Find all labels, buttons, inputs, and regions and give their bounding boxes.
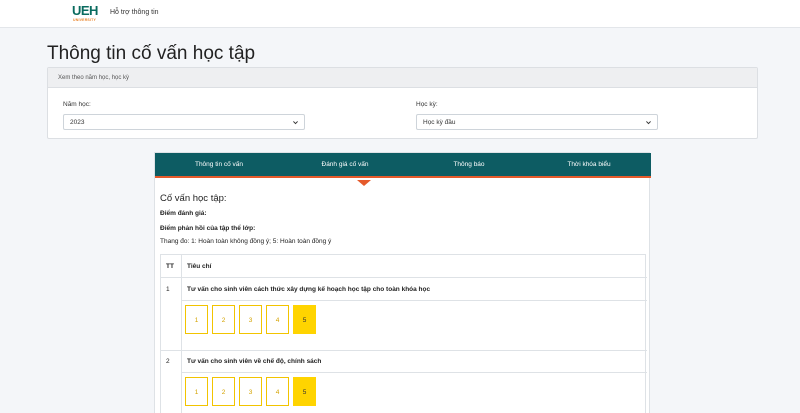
rating-option-3[interactable]: 3 bbox=[239, 377, 262, 406]
row-divider bbox=[181, 372, 647, 373]
row-divider bbox=[161, 350, 647, 351]
rating-option-1[interactable]: 1 bbox=[185, 305, 208, 334]
tab-adviser-info[interactable]: Thông tin cố vấn bbox=[169, 161, 269, 168]
year-label: Năm học: bbox=[63, 101, 91, 108]
tab-timetable[interactable]: Thời khóa biểu bbox=[539, 161, 639, 168]
column-divider bbox=[181, 255, 182, 413]
year-select-value: 2023 bbox=[70, 119, 85, 126]
row-2-number: 2 bbox=[166, 358, 170, 365]
term-select[interactable]: Học kỳ đầu bbox=[416, 114, 658, 130]
filter-header: Xem theo năm học, học kỳ bbox=[48, 68, 757, 88]
logo-text: UEH bbox=[72, 3, 98, 18]
tab-bar: Thông tin cố vấn Đánh giá cố vấn Thông b… bbox=[155, 153, 651, 178]
rating-option-4[interactable]: 4 bbox=[266, 305, 289, 334]
row-divider bbox=[161, 277, 647, 278]
rating-option-2[interactable]: 2 bbox=[212, 377, 235, 406]
rating-option-1[interactable]: 1 bbox=[185, 377, 208, 406]
rating-option-5-selected[interactable]: 5 bbox=[293, 305, 316, 334]
criteria-table: TT Tiêu chí 1 Tư vấn cho sinh viên cách … bbox=[160, 254, 647, 413]
table-header-tt: TT bbox=[166, 263, 174, 270]
chevron-down-icon bbox=[646, 121, 651, 125]
term-label: Học kỳ: bbox=[416, 101, 438, 108]
row-2-criteria: Tư vấn cho sinh viên về chế độ, chính sá… bbox=[187, 358, 322, 365]
adviser-card: Thông tin cố vấn Đánh giá cố vấn Thông b… bbox=[154, 152, 651, 413]
ueh-logo[interactable]: UEH UNIVERSITY bbox=[72, 4, 100, 24]
filter-panel: Xem theo năm học, học kỳ Năm học: 2023 H… bbox=[47, 67, 758, 139]
nav-link-support[interactable]: Hỗ trợ thông tin bbox=[110, 9, 159, 16]
scale-note: Thang đo: 1: Hoàn toàn không đồng ý; 5: … bbox=[160, 238, 332, 245]
active-tab-indicator bbox=[357, 180, 371, 186]
adviser-title: Cố vấn học tập: bbox=[160, 193, 227, 204]
tab-notifications[interactable]: Thông báo bbox=[419, 161, 519, 168]
table-header-criteria: Tiêu chí bbox=[187, 263, 212, 270]
tab-adviser-evaluation[interactable]: Đánh giá cố vấn bbox=[295, 161, 395, 168]
logo-subtext: UNIVERSITY bbox=[73, 18, 97, 22]
feedback-label: Điểm phản hồi của tập thể lớp: bbox=[160, 225, 256, 232]
score-label: Điểm đánh giá: bbox=[160, 210, 207, 217]
rating-option-3[interactable]: 3 bbox=[239, 305, 262, 334]
rating-option-2[interactable]: 2 bbox=[212, 305, 235, 334]
rating-option-5-selected[interactable]: 5 bbox=[293, 377, 316, 406]
chevron-down-icon bbox=[293, 121, 298, 125]
row-1-number: 1 bbox=[166, 286, 170, 293]
row-divider bbox=[181, 300, 647, 301]
page-title: Thông tin cố vấn học tập bbox=[47, 43, 256, 64]
top-navbar: UEH UNIVERSITY Hỗ trợ thông tin bbox=[0, 0, 800, 28]
row-1-criteria: Tư vấn cho sinh viên cách thức xây dựng … bbox=[187, 286, 431, 293]
rating-option-4[interactable]: 4 bbox=[266, 377, 289, 406]
year-select[interactable]: 2023 bbox=[63, 114, 305, 130]
term-select-value: Học kỳ đầu bbox=[423, 119, 456, 126]
